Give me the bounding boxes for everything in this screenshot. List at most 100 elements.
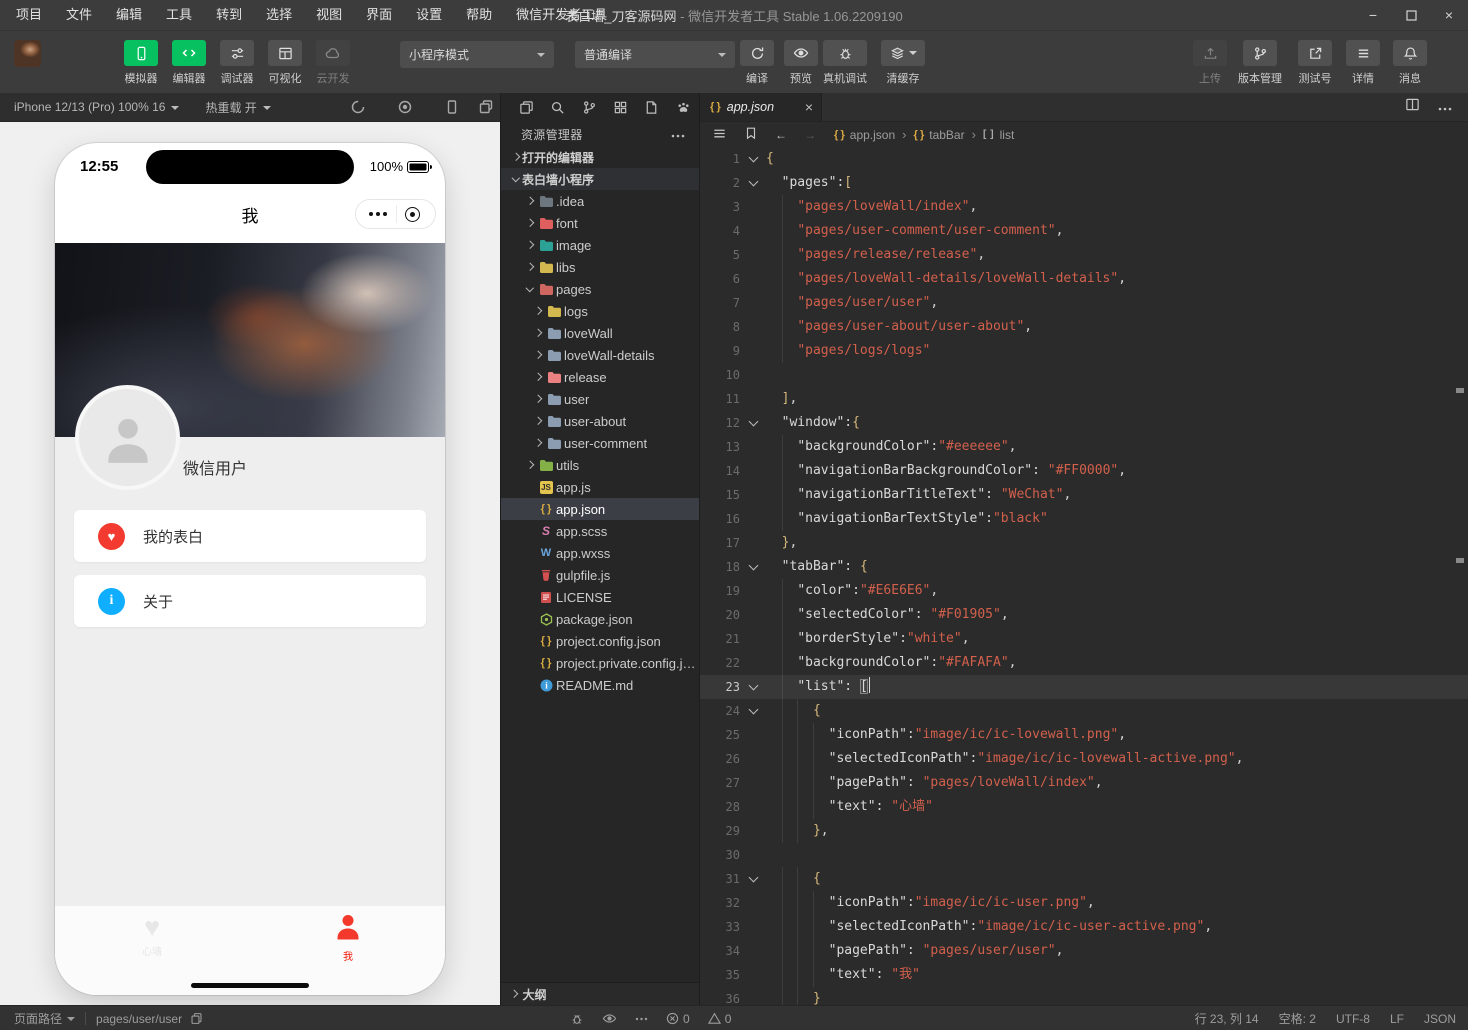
maximize-icon[interactable] [1392,0,1430,30]
explorer-item-app.json[interactable]: { }app.json [501,498,699,520]
code-editor[interactable]: 1{2 "pages":[3 "pages/loveWall/index",4 … [700,147,1468,1005]
toolbar-button-simulator[interactable]: 模拟器 [117,40,165,86]
explorer-item-loveWall-details[interactable]: loveWall-details [501,344,699,366]
code-line-28[interactable]: 28 "text": "心墙" [700,795,1468,819]
code-line-31[interactable]: 31 { [700,867,1468,891]
close-icon[interactable]: × [805,100,813,114]
code-line-8[interactable]: 8 "pages/user-about/user-about", [700,315,1468,339]
explorer-item-.idea[interactable]: .idea [501,190,699,212]
explorer-item-font[interactable]: font [501,212,699,234]
code-line-16[interactable]: 16 "navigationBarTextStyle":"black" [700,507,1468,531]
code-line-35[interactable]: 35 "text": "我" [700,963,1468,987]
code-line-7[interactable]: 7 "pages/user/user", [700,291,1468,315]
fold-chevron[interactable] [740,411,766,435]
more-icon[interactable] [671,127,685,141]
toolbar-button-debugger[interactable]: 调试器 [213,40,261,86]
error-count[interactable]: 0 [666,1012,690,1026]
more-icon[interactable] [1438,98,1452,116]
code-line-1[interactable]: 1{ [700,147,1468,171]
code-line-32[interactable]: 32 "iconPath":"image/ic/ic-user.png", [700,891,1468,915]
menu-item-6[interactable]: 视图 [304,0,354,30]
language-mode[interactable]: JSON [1424,1012,1456,1026]
more-icon[interactable] [635,1017,648,1021]
minimize-icon[interactable]: − [1354,0,1392,30]
menu-item-about[interactable]: i 关于 [74,575,426,627]
toolbar-button-details[interactable]: 详情 [1339,40,1387,86]
fold-chevron[interactable] [740,867,766,891]
explorer-item-libs[interactable]: libs [501,256,699,278]
file-icon[interactable] [636,100,667,115]
explorer-item-project.private.config.js...[interactable]: { }project.private.config.js... [501,652,699,674]
code-line-34[interactable]: 34 "pagePath": "pages/user/user", [700,939,1468,963]
close-icon[interactable]: × [1430,0,1468,30]
explorer-item-image[interactable]: image [501,234,699,256]
toolbar-button-test-account[interactable]: 测试号 [1291,40,1339,86]
eol[interactable]: LF [1390,1012,1404,1026]
debug-icon[interactable] [570,1012,584,1026]
page-path-selector[interactable]: 页面路径 pages/user/user [14,1006,203,1030]
code-line-11[interactable]: 11 ], [700,387,1468,411]
breadcrumb-item[interactable]: tabBar [929,128,964,142]
arrow-left-icon[interactable]: ← [775,128,787,142]
breadcrumb-item[interactable]: list [1000,128,1015,142]
tab-heart-wall[interactable]: ♥ 心墙 [102,912,202,958]
explorer-item-表白墙小程序[interactable]: 表白墙小程序 [501,168,699,190]
device-icon[interactable] [444,99,461,116]
explorer-item-logs[interactable]: logs [501,300,699,322]
tab-me[interactable]: 我 [298,912,398,963]
toolbar-button-device-debug[interactable]: 真机调试 [821,40,869,86]
explorer-item-user[interactable]: user [501,388,699,410]
code-line-21[interactable]: 21 "borderStyle":"white", [700,627,1468,651]
toolbar-button-editor[interactable]: 编辑器 [165,40,213,86]
menu-item-7[interactable]: 界面 [354,0,404,30]
menu-item-0[interactable]: 项目 [4,0,54,30]
search-icon[interactable] [542,100,573,115]
explorer-item-package.json[interactable]: package.json [501,608,699,630]
compile-select[interactable]: 普通编译 [575,41,735,68]
cursor-position[interactable]: 行 23, 列 14 [1195,1010,1259,1027]
code-line-10[interactable]: 10 [700,363,1468,387]
paw-icon[interactable] [668,100,699,115]
code-line-30[interactable]: 30 [700,843,1468,867]
menu-item-5[interactable]: 选择 [254,0,304,30]
tab-app-json[interactable]: { } app.json × [700,93,822,121]
mode-select[interactable]: 小程序模式 [400,41,554,68]
code-line-23[interactable]: 23 "list": [ [700,675,1468,699]
code-line-15[interactable]: 15 "navigationBarTitleText": "WeChat", [700,483,1468,507]
capsule-button[interactable] [355,199,436,229]
code-line-13[interactable]: 13 "backgroundColor":"#eeeeee", [700,435,1468,459]
hot-reload-toggle[interactable]: 热重载 开 [205,99,270,116]
code-line-6[interactable]: 6 "pages/loveWall-details/loveWall-detai… [700,267,1468,291]
split-editor-icon[interactable] [1405,97,1420,117]
explorer-item-app.wxss[interactable]: Wapp.wxss [501,542,699,564]
explorer-item-user-comment[interactable]: user-comment [501,432,699,454]
code-line-27[interactable]: 27 "pagePath": "pages/loveWall/index", [700,771,1468,795]
outline-section[interactable]: 大纲 [501,982,699,1005]
explorer-item-utils[interactable]: utils [501,454,699,476]
code-line-9[interactable]: 9 "pages/logs/logs" [700,339,1468,363]
code-line-26[interactable]: 26 "selectedIconPath":"image/ic/ic-lovew… [700,747,1468,771]
code-line-4[interactable]: 4 "pages/user-comment/user-comment", [700,219,1468,243]
code-line-24[interactable]: 24 { [700,699,1468,723]
code-line-17[interactable]: 17 }, [700,531,1468,555]
code-line-18[interactable]: 18 "tabBar": { [700,555,1468,579]
more-icon[interactable] [369,212,387,216]
close-circle-icon[interactable] [405,207,420,222]
toolbar-button-messages[interactable]: 消息 [1386,40,1434,86]
menu-item-2[interactable]: 编辑 [104,0,154,30]
menu-item-my-confession[interactable]: ♥ 我的表白 [74,510,426,562]
code-line-5[interactable]: 5 "pages/release/release", [700,243,1468,267]
explorer-item-gulpfile.js[interactable]: gulpfile.js [501,564,699,586]
fold-chevron[interactable] [740,555,766,579]
eye-icon[interactable] [602,1011,617,1026]
code-line-20[interactable]: 20 "selectedColor": "#F01905", [700,603,1468,627]
list-icon[interactable] [712,126,727,144]
explorer-item-LICENSE[interactable]: LICENSE [501,586,699,608]
arrow-right-icon[interactable]: → [804,128,816,142]
avatar[interactable] [75,385,180,490]
fold-chevron[interactable] [740,675,766,699]
toolbar-button-version-manage[interactable]: 版本管理 [1236,40,1284,86]
menu-item-9[interactable]: 帮助 [454,0,504,30]
indentation[interactable]: 空格: 2 [1279,1010,1316,1027]
files-icon[interactable] [511,100,542,115]
